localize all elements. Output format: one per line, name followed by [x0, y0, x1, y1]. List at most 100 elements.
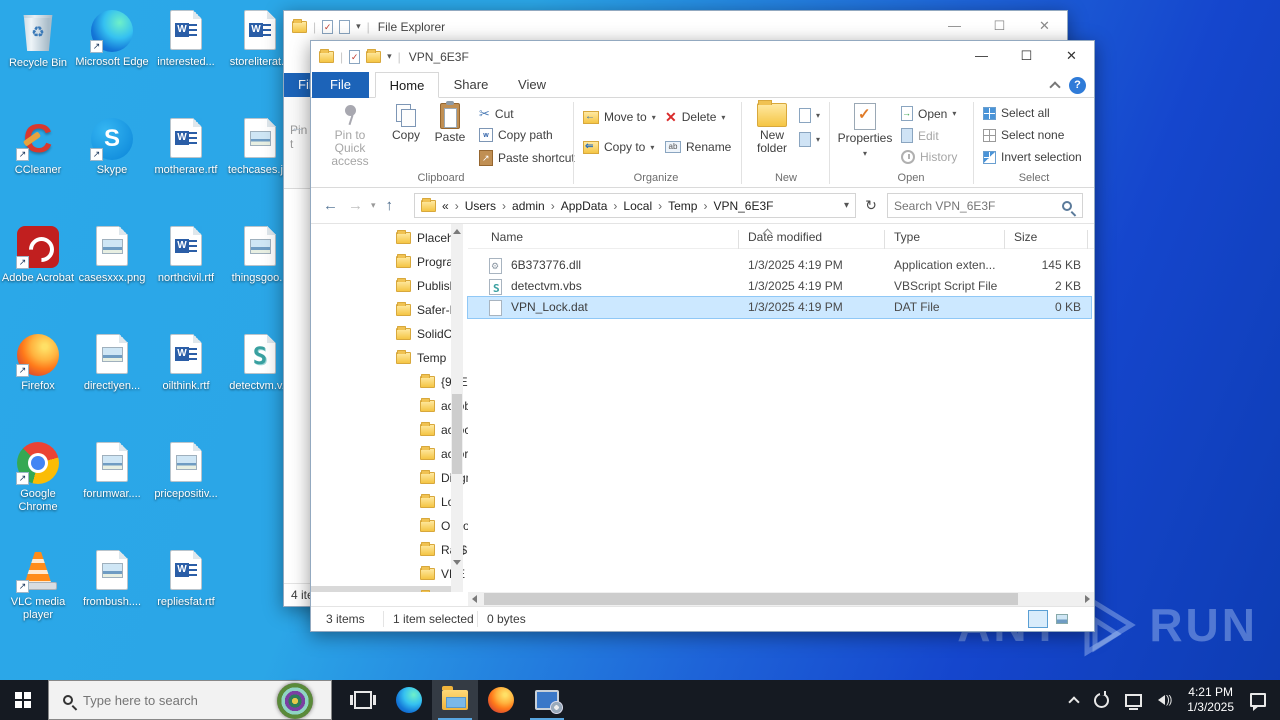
copy-button[interactable]: Copy — [385, 103, 427, 142]
history-button[interactable]: History — [901, 150, 957, 164]
desktop-icon-frombush[interactable]: frombush.... — [75, 550, 149, 609]
help-icon[interactable]: ? — [1069, 77, 1086, 94]
paste-shortcut-button[interactable]: Paste shortcut — [479, 150, 575, 166]
file-row-dat-selected[interactable]: VPN_Lock.dat 1/3/2025 4:19 PM DAT File 0… — [467, 296, 1092, 319]
taskbar-file-explorer[interactable] — [432, 680, 478, 720]
tab-view[interactable]: View — [503, 72, 561, 98]
desktop-icon-google-chrome[interactable]: ↗ Google Chrome — [1, 442, 75, 514]
qat-newfolder-icon[interactable] — [339, 19, 351, 34]
start-button[interactable] — [0, 680, 48, 720]
desktop-icon-pricepositiv[interactable]: pricepositiv... — [149, 442, 223, 501]
horizontal-scrollbar[interactable] — [468, 592, 1094, 606]
copy-to-button[interactable]: Copy to▾ — [583, 140, 654, 154]
open-button[interactable]: Open▾ — [901, 106, 956, 121]
tree-scrollbar[interactable] — [451, 224, 463, 592]
new-folder-button[interactable]: New folder — [749, 100, 795, 155]
desktop-icon-firefox[interactable]: ↗ Firefox — [1, 334, 75, 393]
desktop-icon-recycle-bin[interactable]: Recycle Bin — [1, 10, 75, 70]
taskbar-edge[interactable] — [386, 680, 432, 720]
breadcrumb-admin[interactable]: admin — [512, 199, 545, 213]
clock[interactable]: 4:21 PM 1/3/2025 — [1187, 685, 1234, 715]
qat-properties-icon[interactable]: ✓ — [349, 49, 361, 64]
tab-share[interactable]: Share — [439, 72, 503, 98]
back-window-file-tab[interactable]: File — [284, 73, 311, 97]
large-icons-view-button[interactable] — [1052, 610, 1072, 628]
taskbar-search-input[interactable] — [83, 692, 253, 708]
taskbar-search[interactable] — [48, 680, 332, 720]
scroll-left-icon[interactable] — [472, 595, 477, 603]
breadcrumb[interactable]: « › Users › admin › AppData › Local › Te… — [414, 193, 856, 218]
desktop-icon-casesxxx[interactable]: casesxxx.png — [75, 226, 149, 285]
delete-button[interactable]: ✕ Delete ▾ — [665, 110, 725, 124]
column-date-modified[interactable]: Date modified — [748, 230, 822, 244]
pin-to-quick-access-button[interactable]: Pin to Quick access — [319, 103, 381, 168]
desktop-icon-skype[interactable]: S ↗ Skype — [75, 118, 149, 177]
desktop-icon-oilthink[interactable]: W oilthink.rtf — [149, 334, 223, 393]
qat-dropdown-icon[interactable]: ▾ — [387, 51, 392, 62]
move-to-button[interactable]: Move to▾ — [583, 110, 656, 124]
minimize-button[interactable]: — — [932, 11, 977, 42]
breadcrumb-appdata[interactable]: AppData — [561, 199, 608, 213]
tree-item-vpn-selected[interactable]: VPN_ — [311, 586, 463, 592]
forward-button[interactable]: → — [348, 197, 363, 214]
qat-folder-icon[interactable] — [366, 48, 382, 63]
titlebar[interactable]: | ✓ ▾ | VPN_6E3F — ☐ ✕ — [311, 41, 1094, 72]
scrollbar-thumb[interactable] — [484, 593, 1018, 605]
breadcrumb-local[interactable]: Local — [623, 199, 652, 213]
breadcrumb-temp[interactable]: Temp — [668, 199, 697, 213]
maximize-button[interactable]: ☐ — [1004, 41, 1049, 72]
column-size[interactable]: Size — [1014, 230, 1037, 244]
desktop-icon-ccleaner[interactable]: C ↗ CCleaner — [1, 118, 75, 177]
scroll-right-icon[interactable] — [1085, 595, 1090, 603]
up-button[interactable]: ↑ — [386, 197, 394, 214]
select-all-button[interactable]: Select all — [983, 106, 1050, 120]
copy-path-button[interactable]: w Copy path — [479, 128, 553, 142]
action-center-icon[interactable] — [1250, 693, 1266, 711]
file-row-dll[interactable]: 6B373776.dll 1/3/2025 4:19 PM Applicatio… — [468, 255, 1091, 276]
volume-icon[interactable]: )) — [1157, 694, 1172, 706]
cut-button[interactable]: ✂ Cut — [479, 106, 514, 122]
paste-button[interactable]: Paste — [429, 101, 471, 144]
properties-button[interactable]: Properties▾ — [837, 103, 893, 160]
column-name[interactable]: Name — [491, 230, 523, 244]
select-none-button[interactable]: Select none — [983, 128, 1064, 142]
taskbar-firefox[interactable] — [478, 680, 524, 720]
task-view-button[interactable] — [340, 680, 386, 720]
new-item-button[interactable]: ▾ — [799, 108, 820, 123]
desktop-icon-microsoft-edge[interactable]: ↗ Microsoft Edge — [75, 10, 149, 69]
breadcrumb-overflow[interactable]: « — [442, 199, 449, 213]
breadcrumb-users[interactable]: Users — [465, 199, 496, 213]
close-button[interactable]: ✕ — [1022, 11, 1067, 42]
desktop-icon-northcivil[interactable]: W northcivil.rtf — [149, 226, 223, 285]
address-dropdown-icon[interactable]: ▾ — [844, 200, 849, 211]
file-row-vbs[interactable]: detectvm.vbs 1/3/2025 4:19 PM VBScript S… — [468, 276, 1091, 297]
column-type[interactable]: Type — [894, 230, 920, 244]
tab-home[interactable]: Home — [375, 72, 439, 98]
search-box[interactable] — [887, 193, 1083, 218]
minimize-button[interactable]: — — [959, 41, 1004, 72]
refresh-button[interactable]: ↻ — [860, 193, 882, 218]
scroll-down-icon[interactable] — [453, 560, 461, 565]
maximize-button[interactable]: ☐ — [977, 11, 1022, 42]
desktop-icon-directlyen[interactable]: directlyen... — [75, 334, 149, 393]
recent-locations-icon[interactable]: ▾ — [371, 200, 376, 211]
desktop-icon-forumwar[interactable]: forumwar.... — [75, 442, 149, 501]
rename-button[interactable]: ab Rename — [665, 140, 731, 154]
edit-button[interactable]: Edit — [901, 128, 939, 143]
easy-access-button[interactable]: ▾ — [799, 132, 820, 147]
qat-dropdown-icon[interactable]: ▾ — [356, 21, 361, 32]
qat-properties-icon[interactable]: ✓ — [322, 19, 334, 34]
scroll-up-icon[interactable] — [453, 229, 461, 234]
desktop-icon-interested[interactable]: W interested... — [149, 10, 223, 69]
close-button[interactable]: ✕ — [1049, 41, 1094, 72]
show-hidden-icons-icon[interactable] — [1068, 696, 1080, 708]
desktop-icon-vlc[interactable]: ↗ VLC media player — [1, 550, 75, 622]
desktop-icon-repliesfat[interactable]: W repliesfat.rtf — [149, 550, 223, 609]
network-icon[interactable] — [1124, 693, 1142, 710]
tab-file[interactable]: File — [312, 72, 369, 98]
search-input[interactable] — [888, 198, 1062, 213]
back-button[interactable]: ← — [323, 197, 338, 214]
back-window-titlebar[interactable]: | ✓ ▾ | File Explorer — ☐ ✕ — [284, 11, 1067, 42]
desktop-icon-adobe-acrobat[interactable]: ↗ Adobe Acrobat — [1, 226, 75, 285]
desktop-icon-motherare[interactable]: W motherare.rtf — [149, 118, 223, 177]
